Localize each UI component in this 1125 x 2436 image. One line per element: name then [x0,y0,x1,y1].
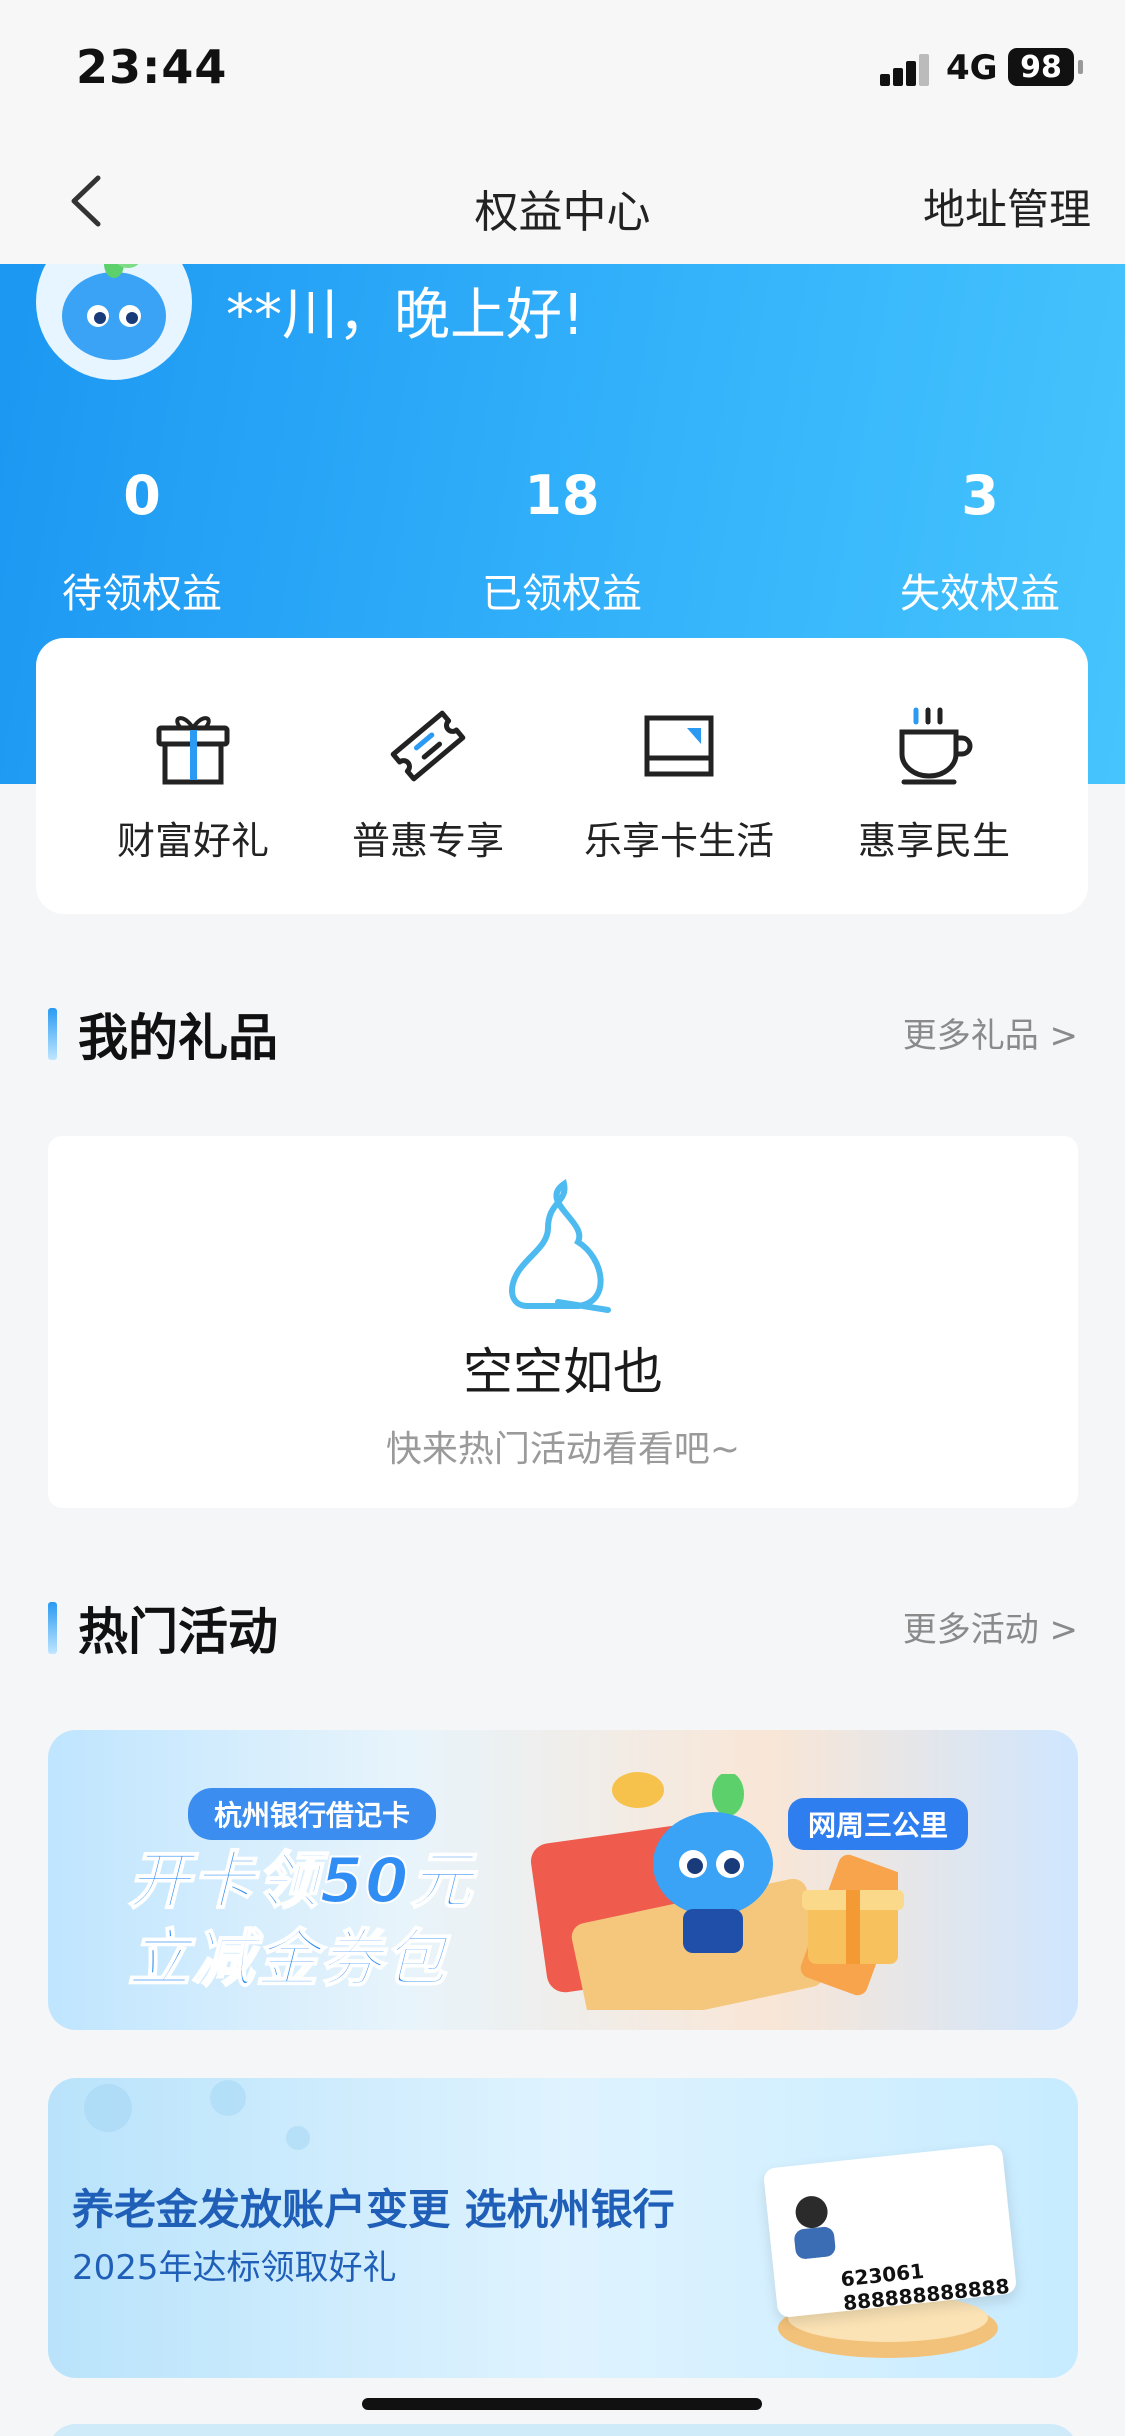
section-accent-bar [48,1008,57,1060]
next-banner-peek [48,2424,1078,2436]
empty-title: 空空如也 [463,1343,663,1401]
gift-icon [156,716,230,785]
stat-value: 18 [524,464,600,527]
quick-item-label: 乐享卡生活 [583,819,774,863]
hot-activities-header: 热门活动 更多活动 > [48,1592,1078,1662]
more-gifts-link[interactable]: 更多礼品 > [903,1008,1078,1057]
banner-pension-account[interactable]: 养老金发放账户变更 选杭州银行 2025年达标领取好礼 623061 88888… [48,2078,1078,2378]
empty-state-icon [509,1178,611,1313]
signal-icon [880,52,932,86]
mascot-icon [62,264,166,360]
banner-headline-2: 立减金券包 [127,1921,449,1996]
battery-level: 98 [1020,49,1062,85]
stat-label: 失效权益 [900,571,1060,617]
banner-debit-card-promo[interactable]: 杭州银行借记卡 开卡领50元 立减金券包 网周三公里 [48,1730,1078,2030]
gift-box-illustration [802,1890,904,1964]
greeting-text: **川，晚上好! [226,283,585,348]
quick-item-wealth-gift[interactable]: 财富好礼 [73,704,313,865]
quick-item-inclusive[interactable]: 普惠专享 [308,704,548,865]
banner-title: 养老金发放账户变更 选杭州银行 [72,2185,675,2234]
battery-icon: 98 [1008,48,1074,86]
status-bar: 23:44 4G 98 [0,0,1125,140]
section-accent-bar [48,1602,57,1654]
status-time: 23:44 [76,40,228,94]
bank-card-image: 623061 888888888888 [762,2143,1018,2319]
stat-value: 0 [123,464,161,527]
ticket-icon [390,710,466,782]
banner-headline-1: 开卡领50元 [127,1843,475,1918]
quick-item-livelihood[interactable]: 惠享民生 [814,704,1054,865]
empty-gifts-card: 空空如也 快来热门活动看看吧~ [48,1136,1078,1508]
section-title: 热门活动 [78,1603,278,1661]
id-photo-icon [794,2196,836,2259]
empty-subtitle: 快来热门活动看看吧~ [385,1429,741,1470]
banner-subtitle: 2025年达标领取好礼 [72,2248,397,2288]
network-type: 4G [946,48,998,88]
battery-tip [1078,60,1083,74]
address-manage-button[interactable]: 地址管理 [923,176,1091,237]
stat-label: 已领权益 [482,571,642,617]
quick-item-card-life[interactable]: 乐享卡生活 [559,704,799,865]
coffee-cup-icon [899,707,973,785]
mascot-icon [653,1774,773,1953]
stat-value: 3 [961,464,999,527]
stat-label: 待领权益 [62,571,222,617]
stat-expired[interactable]: 3 失效权益 [850,464,1110,619]
quick-menu-card: 财富好礼 普惠专享 乐享卡生活 惠享民生 [36,638,1088,914]
avatar[interactable] [36,264,192,380]
my-gifts-header: 我的礼品 更多礼品 > [48,998,1078,1068]
nav-bar: 权益中心 地址管理 [0,140,1125,264]
card-icon [644,715,714,777]
quick-item-label: 惠享民生 [857,819,1010,863]
quick-item-label: 普惠专享 [351,819,504,863]
more-activities-link[interactable]: 更多活动 > [903,1602,1078,1651]
section-title: 我的礼品 [78,1009,278,1067]
banner-side-tag: 网周三公里 [788,1798,969,1850]
quick-item-label: 财富好礼 [116,819,269,863]
stat-received[interactable]: 18 已领权益 [432,464,692,619]
stat-pending[interactable]: 0 待领权益 [12,464,272,619]
home-indicator[interactable] [362,2398,762,2410]
